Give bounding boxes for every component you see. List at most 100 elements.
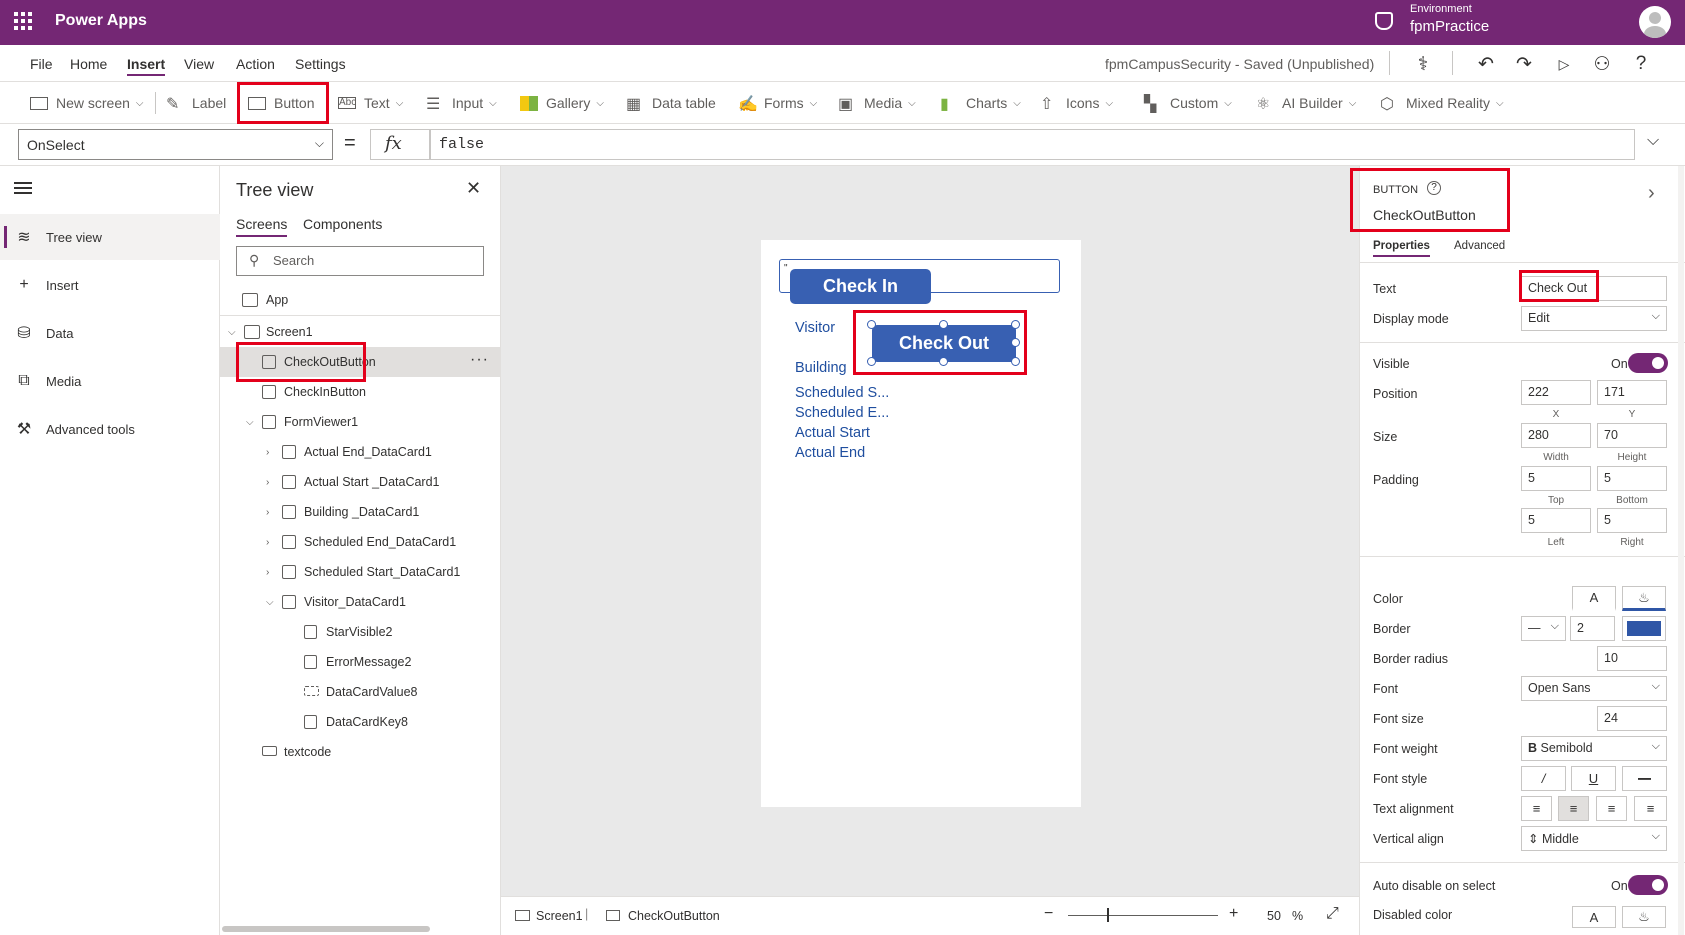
vertical-scrollbar[interactable] <box>1678 166 1684 935</box>
media-button[interactable]: ▣ Media ⌵ <box>838 92 916 114</box>
visible-toggle[interactable] <box>1628 353 1668 373</box>
app-launcher-icon[interactable] <box>14 12 32 30</box>
text-button[interactable]: Abc Text ⌵ <box>338 92 403 114</box>
mixed-reality-button[interactable]: ⬡ Mixed Reality ⌵ <box>1380 92 1504 114</box>
padding-top-input[interactable]: 5 <box>1521 466 1591 491</box>
tree-search-input[interactable]: ⚲ Search <box>236 246 484 276</box>
height-input[interactable]: 70 <box>1597 423 1667 448</box>
padding-left-input[interactable]: 5 <box>1521 508 1591 533</box>
close-icon[interactable]: ✕ <box>466 178 481 199</box>
auto-disable-toggle[interactable] <box>1628 875 1668 895</box>
ai-builder-button[interactable]: ⚛ AI Builder ⌵ <box>1256 92 1356 114</box>
zoom-in-icon[interactable]: + <box>1229 905 1238 923</box>
data-table-button[interactable]: ▦ Data table <box>626 92 716 114</box>
formula-input[interactable]: false <box>430 129 1635 160</box>
border-style-dropdown[interactable]: — ⌵ <box>1521 616 1566 641</box>
tree-item-card[interactable]: ⌵ Visitor_DataCard1 <box>220 587 500 617</box>
icons-button[interactable]: ⇧ Icons ⌵ <box>1040 92 1113 114</box>
hamburger-icon[interactable] <box>14 182 32 194</box>
position-y-input[interactable]: 171 <box>1597 380 1667 405</box>
menu-settings[interactable]: Settings <box>295 56 346 72</box>
app-checker-icon[interactable]: ⚕ <box>1412 53 1434 75</box>
tree-item-app[interactable]: App <box>220 285 500 315</box>
border-color-picker[interactable] <box>1622 616 1666 641</box>
nav-advanced-tools[interactable]: ⚒ Advanced tools <box>0 406 220 452</box>
menu-action[interactable]: Action <box>236 56 275 72</box>
italic-button[interactable]: / <box>1521 766 1566 791</box>
forms-button[interactable]: ✍ Forms ⌵ <box>738 92 817 114</box>
menu-insert[interactable]: Insert <box>127 56 166 76</box>
zoom-slider-thumb[interactable] <box>1107 908 1109 922</box>
disabled-fill-color-picker[interactable]: ♨ <box>1622 906 1666 928</box>
font-dropdown[interactable]: Open Sans ⌵ <box>1521 676 1667 701</box>
menu-file[interactable]: File <box>30 56 53 72</box>
zoom-out-icon[interactable]: − <box>1044 905 1053 923</box>
tab-screens[interactable]: Screens <box>236 216 288 237</box>
fullscreen-icon[interactable]: ⤢ <box>1326 905 1339 923</box>
nav-media[interactable]: ⧉ Media <box>0 358 220 404</box>
screen1-canvas[interactable]: " Check In Visitor Building Scheduled S.… <box>761 240 1081 807</box>
user-avatar[interactable] <box>1639 6 1671 38</box>
tab-advanced[interactable]: Advanced <box>1454 240 1505 252</box>
undo-icon[interactable]: ↶ <box>1475 53 1497 75</box>
disabled-text-color-picker[interactable]: A <box>1572 906 1616 928</box>
tree-item-input-control[interactable]: DataCardValue8 <box>220 677 500 707</box>
tree-item-card[interactable]: › Scheduled End_DataCard1 <box>220 527 500 557</box>
text-color-picker[interactable]: A <box>1572 586 1616 611</box>
preview-play-icon[interactable]: ▷ <box>1553 53 1575 75</box>
padding-bottom-input[interactable]: 5 <box>1597 466 1667 491</box>
tree-item-formviewer1[interactable]: ⌵ FormViewer1 <box>220 407 500 437</box>
align-left-icon[interactable]: ≡ <box>1521 796 1552 821</box>
property-dropdown[interactable]: OnSelect ⌵ <box>18 129 333 160</box>
width-input[interactable]: 280 <box>1521 423 1591 448</box>
new-screen-button[interactable]: New screen ⌵ <box>30 92 144 114</box>
font-weight-dropdown[interactable]: B Semibold ⌵ <box>1521 736 1667 761</box>
help-icon[interactable]: ? <box>1630 53 1652 75</box>
tree-item-card[interactable]: › Building _DataCard1 <box>220 497 500 527</box>
border-width-input[interactable]: 2 <box>1570 616 1615 641</box>
tree-item-label-control[interactable]: StarVisible2 <box>220 617 500 647</box>
tree-item-card[interactable]: › Actual End_DataCard1 <box>220 437 500 467</box>
more-options-icon[interactable]: ··· <box>470 351 489 369</box>
fill-color-picker[interactable]: ♨ <box>1622 586 1666 611</box>
tree-item-label-control[interactable]: DataCardKey8 <box>220 707 500 737</box>
underline-button[interactable]: U <box>1571 766 1616 791</box>
breadcrumb-screen[interactable]: Screen1 <box>536 909 583 923</box>
expand-formula-icon[interactable]: ⌵ <box>1647 132 1659 150</box>
charts-button[interactable]: ▮ Charts ⌵ <box>940 92 1021 114</box>
horizontal-scrollbar[interactable] <box>222 926 430 932</box>
gallery-button[interactable]: Gallery ⌵ <box>520 92 604 114</box>
nav-data[interactable]: ⛁ Data <box>0 310 220 356</box>
label-button[interactable]: ✎ Label <box>166 92 226 114</box>
input-button[interactable]: ☰ Input ⌵ <box>426 92 497 114</box>
app-name[interactable]: Power Apps <box>55 12 147 30</box>
padding-right-input[interactable]: 5 <box>1597 508 1667 533</box>
fx-button[interactable]: fx <box>370 129 430 160</box>
tree-item-textcode[interactable]: textcode <box>220 737 500 767</box>
share-user-icon[interactable]: ⚇ <box>1591 53 1613 75</box>
border-radius-input[interactable]: 10 <box>1597 646 1667 671</box>
chevron-right-icon[interactable]: › <box>1648 182 1655 205</box>
breadcrumb-control[interactable]: CheckOutButton <box>628 909 720 923</box>
environment-icon[interactable] <box>1375 12 1393 30</box>
environment-name[interactable]: fpmPractice <box>1410 18 1489 35</box>
tab-properties[interactable]: Properties <box>1373 240 1430 257</box>
tree-item-card[interactable]: › Scheduled Start_DataCard1 <box>220 557 500 587</box>
align-right-icon[interactable]: ≡ <box>1596 796 1627 821</box>
check-in-button[interactable]: Check In <box>790 269 931 304</box>
vertical-align-dropdown[interactable]: ⇕ Middle ⌵ <box>1521 826 1667 851</box>
strikethrough-button[interactable]: — <box>1622 766 1667 791</box>
zoom-slider[interactable] <box>1068 915 1218 916</box>
menu-home[interactable]: Home <box>70 56 107 72</box>
custom-button[interactable]: ▚ Custom ⌵ <box>1144 92 1232 114</box>
nav-tree-view[interactable]: ≋ Tree view <box>0 214 220 260</box>
position-x-input[interactable]: 222 <box>1521 380 1591 405</box>
display-mode-dropdown[interactable]: Edit ⌵ <box>1521 306 1667 331</box>
font-size-input[interactable]: 24 <box>1597 706 1667 731</box>
tab-components[interactable]: Components <box>303 216 382 232</box>
align-justify-icon[interactable]: ≡ <box>1634 796 1667 821</box>
menu-view[interactable]: View <box>184 56 214 72</box>
tree-item-card[interactable]: › Actual Start _DataCard1 <box>220 467 500 497</box>
align-center-icon[interactable]: ≡ <box>1558 796 1589 821</box>
nav-insert[interactable]: + Insert <box>0 262 220 308</box>
